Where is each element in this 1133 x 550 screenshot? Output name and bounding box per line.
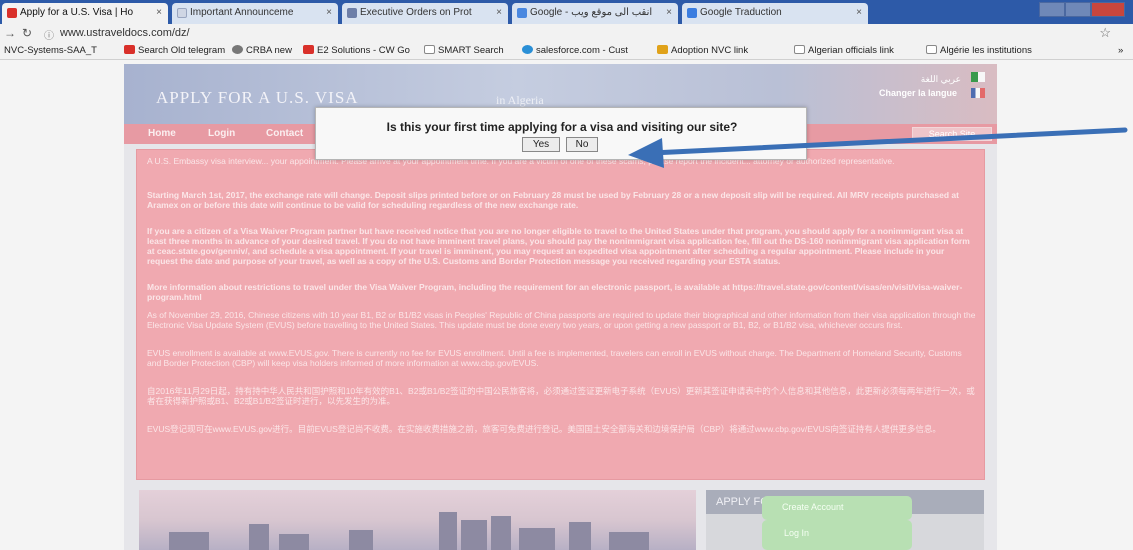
page-icon	[794, 45, 805, 54]
nav-login[interactable]: Login	[208, 128, 235, 139]
bookmark-item[interactable]: SMART Search	[424, 45, 504, 56]
create-account-button[interactable]: Create Account	[782, 502, 844, 512]
create-account-box: Create Account	[762, 496, 912, 520]
reload-icon[interactable]: ↻	[22, 26, 32, 40]
bookmark-item[interactable]: Algérie les institutions	[926, 45, 1032, 56]
bookmark-label: Algérie les institutions	[940, 45, 1032, 56]
nav-home[interactable]: Home	[148, 128, 176, 139]
bookmark-label: Algerian officials link	[808, 45, 894, 56]
close-tab-icon[interactable]: ×	[156, 7, 162, 18]
window-controls	[1039, 2, 1125, 18]
tab-label: Important Announceme	[190, 7, 294, 18]
translate-favicon-icon	[687, 8, 697, 18]
bookmark-item[interactable]: Algerian officials link	[794, 45, 894, 56]
bookmark-star-icon[interactable]: ☆	[1099, 25, 1111, 41]
document-favicon-icon	[177, 8, 187, 18]
bookmark-item[interactable]: CRBA new	[232, 45, 292, 56]
notice-paragraph: As of November 29, 2016, Chinese citizen…	[147, 310, 976, 330]
site-title: APPLY FOR A U.S. VISA	[156, 88, 359, 107]
forward-arrow-icon[interactable]: →	[4, 26, 16, 40]
address-bar: → ↻ ⓘ www.ustraveldocs.com/dz/ ☆	[0, 24, 1133, 43]
tab-important-announcement[interactable]: Important Announceme ×	[172, 3, 338, 24]
tab-executive-orders[interactable]: Executive Orders on Prot ×	[342, 3, 508, 24]
language-arabic-link[interactable]: عربي اللغة	[921, 74, 961, 85]
bookmark-favicon-icon	[232, 45, 243, 54]
tab-label: Google Traduction	[700, 7, 782, 18]
bookmark-label: Adoption NVC link	[671, 45, 749, 56]
bookmark-label: CRBA new	[246, 45, 292, 56]
browser-tab-bar: Apply for a U.S. Visa | Ho × Important A…	[0, 0, 1133, 24]
bookmark-item[interactable]: salesforce.com - Cust	[522, 45, 628, 56]
bookmark-item[interactable]: Adoption NVC link	[657, 45, 748, 56]
news-favicon-icon	[347, 8, 357, 18]
notice-paragraph[interactable]: More information about restrictions to t…	[147, 282, 976, 302]
site-info-icon[interactable]: ⓘ	[44, 27, 54, 42]
close-tab-icon[interactable]: ×	[666, 7, 672, 18]
site-subtitle: in Algeria	[496, 93, 544, 107]
notice-paragraph: A U.S. Embassy visa interview... your ap…	[147, 156, 895, 166]
more-bookmarks-button[interactable]: »	[1118, 45, 1123, 56]
close-window-button[interactable]	[1091, 2, 1125, 17]
bookmark-label: Search Old telegram	[138, 45, 226, 56]
site-favicon-icon	[7, 8, 17, 18]
bookmark-label: SMART Search	[438, 45, 504, 56]
bookmark-item[interactable]: E2 Solutions - CW Go	[303, 45, 410, 56]
screenshot: Apply for a U.S. Visa | Ho × Important A…	[0, 0, 1133, 550]
bookmark-favicon-icon	[657, 45, 668, 54]
login-button[interactable]: Log In	[784, 528, 809, 538]
notice-paragraph: EVUS enrollment is available at www.EVUS…	[147, 348, 962, 368]
url-field[interactable]: www.ustraveldocs.com/dz/	[60, 27, 190, 39]
login-box: Log In	[762, 520, 912, 550]
bookmark-label: salesforce.com - Cust	[536, 45, 628, 56]
google-favicon-icon	[517, 8, 527, 18]
page-icon	[926, 45, 937, 54]
tab-label: Google - انقب الى موقع ويب	[530, 7, 653, 18]
bookmark-label: NVC-Systems-SAA_T	[4, 45, 97, 56]
bookmark-favicon-icon	[303, 45, 314, 54]
change-language-link[interactable]: Changer la langue	[879, 88, 957, 98]
notice-paragraph: EVUS登记现可在www.EVUS.gov进行。目前EVUS登记尚不收费。在实施…	[147, 424, 941, 434]
tab-google[interactable]: Google - انقب الى موقع ويب ×	[512, 3, 678, 24]
bookmark-label: E2 Solutions - CW Go	[317, 45, 410, 56]
announcement-box: A U.S. Embassy visa interview... your ap…	[136, 149, 985, 480]
search-site-button[interactable]: Search Site	[912, 127, 992, 141]
tab-apply-visa[interactable]: Apply for a U.S. Visa | Ho ×	[2, 3, 168, 24]
cloud-icon	[522, 45, 533, 54]
minimize-window-button[interactable]	[1039, 2, 1065, 17]
france-flag-icon[interactable]	[971, 88, 985, 98]
notice-paragraph: Starting March 1st, 2017, the exchange r…	[147, 190, 959, 210]
yes-button[interactable]: Yes	[522, 137, 560, 152]
maximize-window-button[interactable]	[1065, 2, 1091, 17]
tab-google-traduction[interactable]: Google Traduction ×	[682, 3, 868, 24]
close-tab-icon[interactable]: ×	[496, 7, 502, 18]
notice-paragraph: 自2016年11月29日起，持有持中华人民共和国护照和10年有效的B1、B2或B…	[147, 386, 975, 406]
dialog-question: Is this your first time applying for a v…	[386, 120, 738, 134]
notice-paragraph: If you are a citizen of a Visa Waiver Pr…	[147, 226, 970, 266]
city-skyline-image	[139, 490, 696, 550]
bookmarks-bar: NVC-Systems-SAA_T Search Old telegram CR…	[0, 43, 1133, 60]
tab-label: Apply for a U.S. Visa | Ho	[20, 7, 134, 18]
no-button[interactable]: No	[566, 137, 598, 152]
tab-label: Executive Orders on Prot	[360, 7, 472, 18]
page-icon	[424, 45, 435, 54]
first-time-dialog: Is this your first time applying for a v…	[315, 107, 807, 160]
bookmark-favicon-icon	[124, 45, 135, 54]
algeria-flag-icon[interactable]	[971, 72, 985, 82]
close-tab-icon[interactable]: ×	[856, 7, 862, 18]
close-tab-icon[interactable]: ×	[326, 7, 332, 18]
bookmark-item[interactable]: Search Old telegram	[124, 45, 225, 56]
nav-contact[interactable]: Contact	[266, 128, 303, 139]
bookmark-item[interactable]: NVC-Systems-SAA_T	[4, 45, 97, 56]
